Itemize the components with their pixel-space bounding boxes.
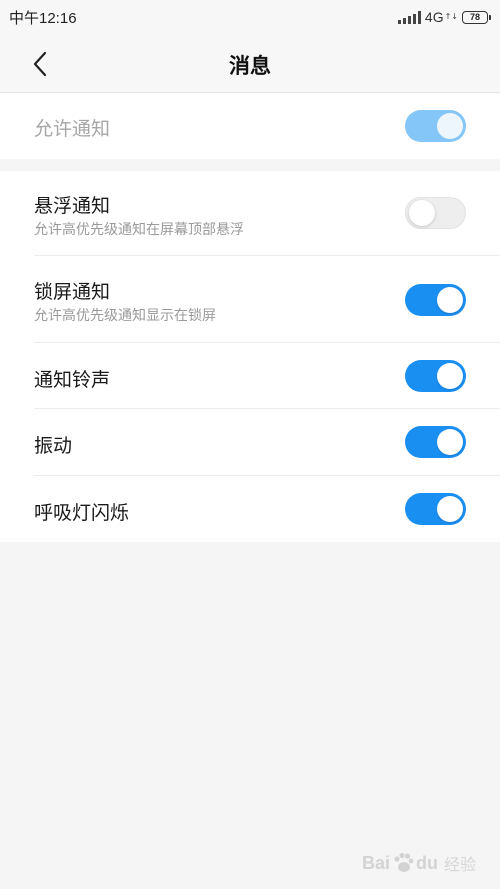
status-time: 中午12:16 — [9, 10, 77, 27]
battery-level: 78 — [469, 11, 480, 22]
toggle-knob — [437, 496, 463, 522]
watermark: Bai du 经验 — [362, 851, 476, 875]
setting-title: 锁屏通知 — [34, 281, 111, 303]
toggle-knob — [437, 113, 463, 139]
watermark-sub: 经验 — [443, 855, 476, 874]
lockscreen-notifications-toggle[interactable] — [405, 284, 466, 316]
setting-row-allow-notifications[interactable]: 允许通知 — [0, 93, 500, 159]
setting-row-lockscreen-notifications[interactable]: 锁屏通知 允许高优先级通知显示在锁屏 — [0, 256, 500, 343]
floating-notifications-toggle[interactable] — [405, 197, 466, 229]
toggle-knob — [437, 363, 463, 389]
setting-row-notification-sound[interactable]: 通知铃声 — [0, 343, 500, 409]
setting-row-breathing-light[interactable]: 呼吸灯闪烁 — [0, 476, 500, 542]
master-setting-panel: 允许通知 — [0, 93, 500, 159]
setting-title: 悬浮通知 — [34, 195, 111, 217]
setting-title: 允许通知 — [34, 118, 111, 140]
breathing-light-toggle[interactable] — [405, 493, 466, 525]
watermark-brand: Bai — [361, 852, 390, 873]
network-activity: ↑↓ — [444, 11, 458, 21]
allow-notifications-toggle[interactable] — [405, 110, 466, 142]
toggle-knob — [437, 429, 463, 455]
settings-list-panel: 悬浮通知 允许高优先级通知在屏幕顶部悬浮 锁屏通知 允许高优先级通知显示在锁屏 … — [0, 171, 500, 542]
status-icons: 4G ↑↓ 78 — [397, 8, 491, 26]
setting-title: 通知铃声 — [34, 369, 111, 391]
setting-title: 呼吸灯闪烁 — [34, 502, 130, 524]
toggle-knob — [409, 200, 435, 226]
network-type: 4G — [424, 9, 444, 25]
vibration-toggle[interactable] — [405, 426, 466, 458]
baidu-paw-icon — [394, 852, 414, 872]
signal-icon — [397, 10, 421, 24]
setting-subtitle: 允许高优先级通知在屏幕顶部悬浮 — [34, 222, 244, 238]
setting-row-vibration[interactable]: 振动 — [0, 409, 500, 476]
page-title: 消息 — [229, 54, 271, 78]
setting-subtitle: 允许高优先级通知显示在锁屏 — [34, 308, 216, 324]
setting-title: 振动 — [34, 435, 73, 457]
status-bar: 中午12:16 4G ↑↓ 78 — [0, 0, 500, 34]
notification-sound-toggle[interactable] — [405, 360, 466, 392]
watermark-brand-end: du — [415, 852, 438, 873]
app-header: 消息 — [0, 34, 500, 92]
toggle-knob — [437, 287, 463, 313]
setting-row-floating-notifications[interactable]: 悬浮通知 允许高优先级通知在屏幕顶部悬浮 — [0, 171, 500, 256]
battery-icon: 78 — [462, 10, 491, 24]
